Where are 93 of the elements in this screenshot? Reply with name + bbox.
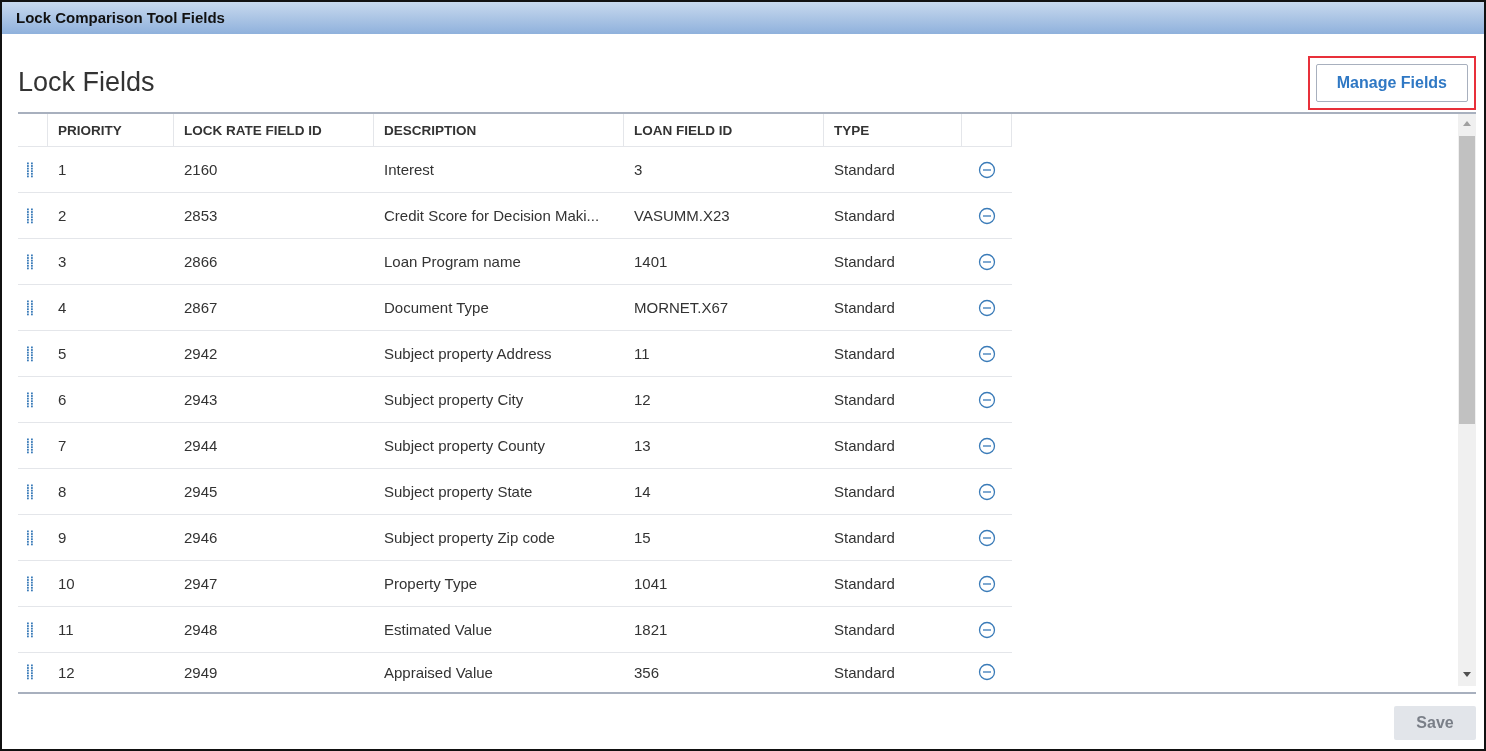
table-cell: 5 <box>58 345 67 362</box>
drag-handle-icon[interactable] <box>26 391 34 408</box>
table-cell: Standard <box>834 391 895 408</box>
table-cell: 14 <box>634 483 651 500</box>
table-cell: Standard <box>834 207 895 224</box>
drag-handle-icon[interactable] <box>26 621 34 638</box>
table-cell: 2160 <box>184 161 218 178</box>
remove-icon[interactable] <box>978 390 996 409</box>
table-cell: 4 <box>58 299 67 316</box>
table-cell: 2867 <box>184 299 218 316</box>
manage-fields-button[interactable]: Manage Fields <box>1315 64 1468 102</box>
table-cell: 1401 <box>634 253 668 270</box>
table-cell: 12 <box>58 663 75 681</box>
table-cell: Subject property County <box>384 437 545 454</box>
table-cell: 2944 <box>184 437 218 454</box>
table-cell: 2853 <box>184 207 218 224</box>
table-cell: Credit Score for Decision Maki... <box>384 207 600 224</box>
window-title: Lock Comparison Tool Fields <box>16 8 225 26</box>
drag-handle-icon[interactable] <box>26 575 34 592</box>
table-cell: Standard <box>834 529 895 546</box>
remove-icon[interactable] <box>978 574 996 593</box>
table-cell: 3 <box>58 253 67 270</box>
table-cell: 15 <box>634 529 651 546</box>
table-cell: 10 <box>58 575 75 592</box>
table-cell: Standard <box>834 575 895 592</box>
table-cell: Standard <box>834 161 895 178</box>
table-cell: Interest <box>384 161 435 178</box>
table-cell: Subject property City <box>384 391 524 408</box>
remove-icon[interactable] <box>978 160 996 179</box>
table-cell: 9 <box>58 529 67 546</box>
scrollbar-drawing[interactable] <box>1458 114 1476 686</box>
remove-icon[interactable] <box>978 620 996 639</box>
remove-icon[interactable] <box>978 482 996 501</box>
table-cell: Document Type <box>384 299 489 316</box>
table-cell: MORNET.X67 <box>634 299 729 316</box>
remove-icon[interactable] <box>978 298 996 317</box>
table-cell: Standard <box>834 621 895 638</box>
remove-icon[interactable] <box>978 344 996 363</box>
drag-handle-icon[interactable] <box>26 483 34 500</box>
drag-handle-icon[interactable] <box>26 299 34 316</box>
column-header: LOAN FIELD ID <box>634 122 733 138</box>
drag-handle-icon[interactable] <box>26 437 34 454</box>
table-cell: 2945 <box>184 483 218 500</box>
table-cell: 2866 <box>184 253 218 270</box>
table-cell: 7 <box>58 437 67 454</box>
table-cell: 2948 <box>184 621 218 638</box>
drag-handle-icon[interactable] <box>26 161 34 178</box>
table-cell: 1 <box>58 161 67 178</box>
table-cell: 2949 <box>184 663 218 681</box>
table-cell: Subject property Address <box>384 345 552 362</box>
table-cell: Property Type <box>384 575 478 592</box>
table-cell: Standard <box>834 253 895 270</box>
remove-icon[interactable] <box>978 663 996 681</box>
table-cell: Subject property State <box>384 483 533 500</box>
drag-handle-icon[interactable] <box>26 664 34 680</box>
drag-handle-icon[interactable] <box>26 529 34 546</box>
table-cell: 11 <box>634 345 650 362</box>
table-cell: 11 <box>58 621 74 638</box>
remove-icon[interactable] <box>978 436 996 455</box>
table-cell: Appraised Value <box>384 663 493 681</box>
table-cell: Estimated Value <box>384 621 493 638</box>
table-cell: 2942 <box>184 345 218 362</box>
table-cell: Standard <box>834 437 895 454</box>
column-header: TYPE <box>834 122 870 138</box>
table-cell: Loan Program name <box>384 253 521 270</box>
table-cell: 8 <box>58 483 67 500</box>
remove-icon[interactable] <box>978 206 996 225</box>
table-cell: Standard <box>834 299 895 316</box>
drag-handle-icon[interactable] <box>26 207 34 224</box>
table-cell: 3 <box>634 161 643 178</box>
drag-handle-icon[interactable] <box>26 345 34 362</box>
table-cell: VASUMM.X23 <box>634 207 730 224</box>
table-cell: 1041 <box>634 575 668 592</box>
remove-icon[interactable] <box>978 252 996 271</box>
table-cell: 12 <box>634 391 651 408</box>
table-cell: 2947 <box>184 575 218 592</box>
table-cell: 2943 <box>184 391 218 408</box>
table-cell: 13 <box>634 437 651 454</box>
table-cell: Standard <box>834 483 895 500</box>
table-cell: 6 <box>58 391 67 408</box>
drag-handle-icon[interactable] <box>26 253 34 270</box>
table-cell: Subject property Zip code <box>384 529 555 546</box>
column-header: LOCK RATE FIELD ID <box>184 122 322 138</box>
table-cell: 356 <box>634 663 660 681</box>
column-header: PRIORITY <box>58 122 122 138</box>
table-cell: Standard <box>834 345 895 362</box>
table-cell: 1821 <box>634 621 668 638</box>
column-header: DESCRIPTION <box>384 122 477 138</box>
remove-icon[interactable] <box>978 528 996 547</box>
page-heading: Lock Fields <box>18 66 155 98</box>
table-cell: Standard <box>834 663 895 681</box>
table-cell: 2 <box>58 207 67 224</box>
table-cell: 2946 <box>184 529 218 546</box>
